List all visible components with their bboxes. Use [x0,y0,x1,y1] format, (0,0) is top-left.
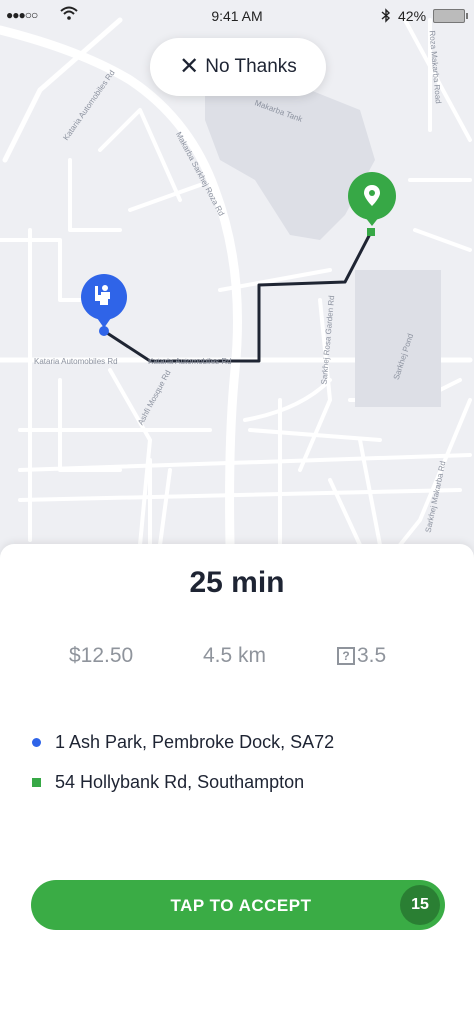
battery-icon [433,9,468,23]
rider-marker[interactable] [81,274,127,335]
pickup-dot-icon [32,738,41,747]
no-thanks-button[interactable]: ✕ No Thanks [150,38,326,96]
accept-button[interactable]: TAP TO ACCEPT 15 [31,880,445,930]
destination-marker[interactable] [348,172,396,233]
accept-label: TAP TO ACCEPT [170,896,312,915]
trip-request-sheet: 25 min $12.50 4.5 km ? 3.5 1 Ash Park, Pe… [0,544,474,1024]
countdown-timer: 15 [400,885,440,925]
road-label: Kataria Automobiles Rd [148,357,232,366]
rating-icon: ? [337,647,355,665]
trip-fare: $12.50 [69,644,134,667]
dropoff-location: 54 Hollybank Rd, Southampton [32,772,304,793]
no-thanks-label: No Thanks [205,56,297,77]
bluetooth-icon [381,8,391,26]
battery-percent: 42% [398,8,427,24]
pickup-location: 1 Ash Park, Pembroke Dock, SA72 [32,732,334,753]
trip-duration: 25 min [189,566,285,599]
status-bar: ●●●○○ 9:41 AM 42% [0,0,474,32]
rider-rating: ? 3.5 [337,644,386,668]
rating-value: 3.5 [357,644,387,667]
close-icon: ✕ [179,53,200,80]
road-label: Kataria Automobiles Rd [34,357,118,366]
map-view[interactable]: Kataria Automobiles Rd Makarba Sarkhej R… [0,0,474,560]
trip-distance: 4.5 km [203,644,267,667]
dropoff-address: 54 Hollybank Rd, Southampton [55,772,305,792]
dropoff-square-icon [32,778,41,787]
pickup-address: 1 Ash Park, Pembroke Dock, SA72 [55,732,335,752]
